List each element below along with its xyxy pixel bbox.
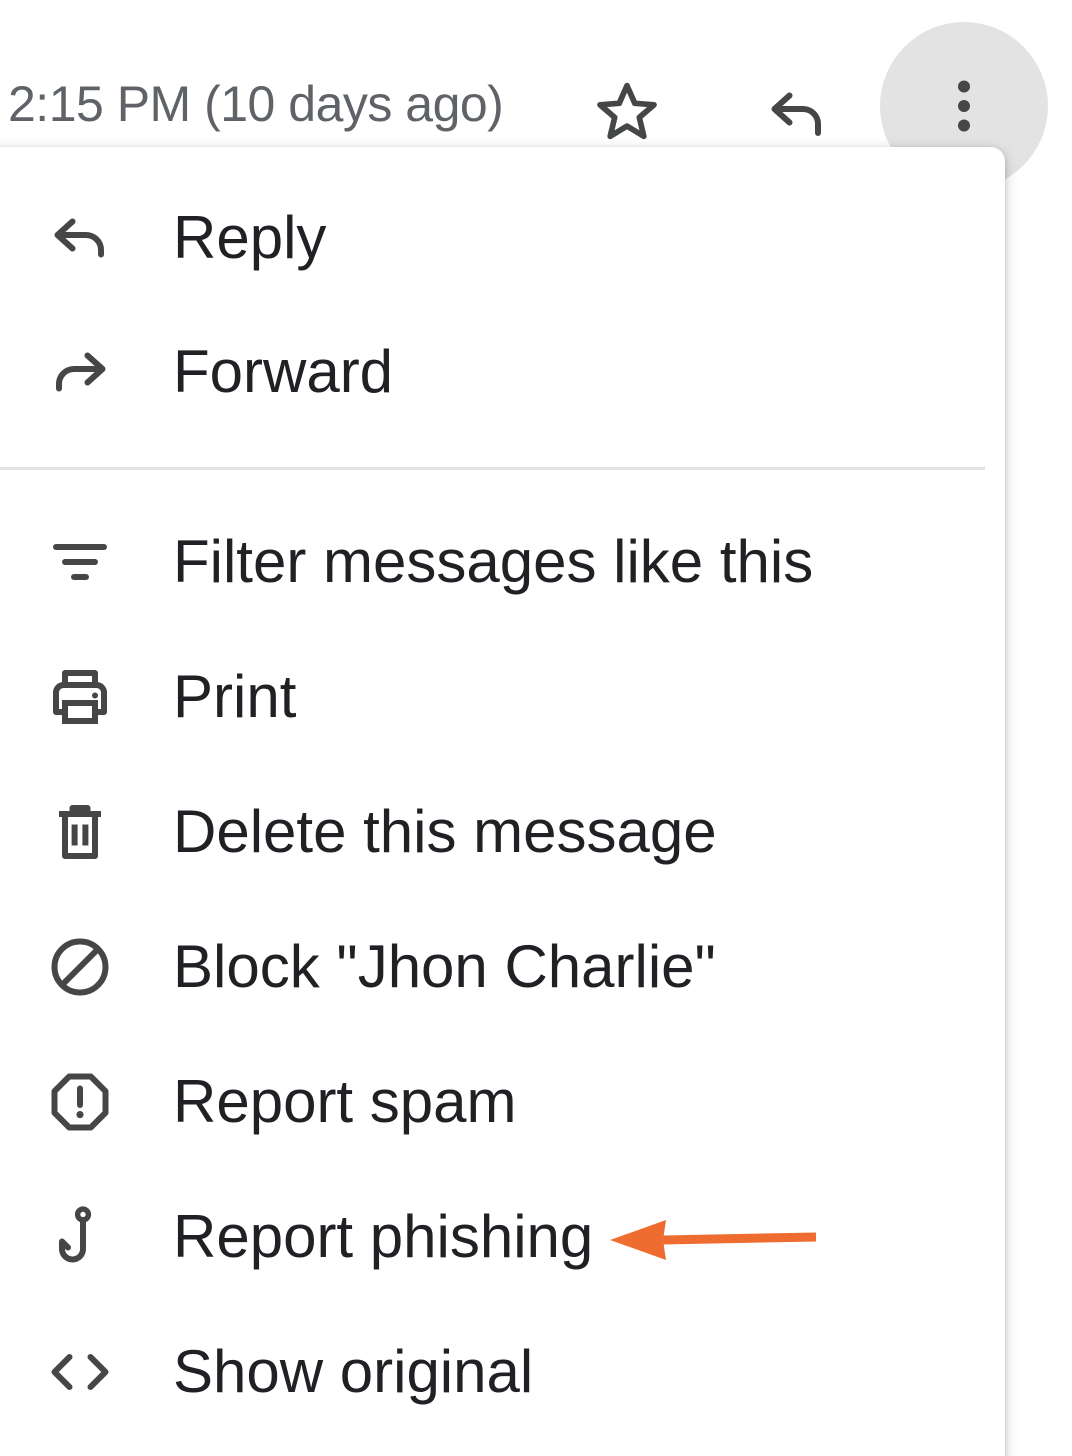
star-outline-icon [597, 82, 657, 140]
report-icon [40, 1062, 120, 1142]
menu-item-label: Forward [173, 338, 394, 405]
phishing-hook-icon [40, 1197, 120, 1277]
reply-icon [40, 198, 120, 278]
menu-item-label: Report spam [173, 1068, 517, 1135]
menu-divider [0, 467, 985, 470]
code-icon [40, 1332, 120, 1412]
menu-item-forward[interactable]: Forward [0, 305, 1005, 439]
more-vert-icon [958, 80, 970, 132]
menu-item-label: Reply [173, 204, 327, 271]
menu-item-label: Filter messages like this [173, 528, 814, 595]
menu-item-label: Delete this message [173, 798, 717, 865]
forward-icon [40, 332, 120, 412]
menu-item-label: Print [173, 663, 297, 730]
filter-icon [40, 522, 120, 602]
message-timestamp: 2:15 PM (10 days ago) [8, 76, 504, 132]
menu-item-report-spam[interactable]: Report spam [0, 1035, 1005, 1169]
menu-item-label: Show original [173, 1338, 534, 1405]
print-icon [40, 657, 120, 737]
menu-item-show-original[interactable]: Show original [0, 1305, 1005, 1439]
block-icon [40, 927, 120, 1007]
menu-item-reply[interactable]: Reply [0, 171, 1005, 305]
message-options-menu: Reply Forward Filter messages like this [0, 147, 1005, 1456]
email-message-menu-view: 2:15 PM (10 days ago) Reply Forward Filt… [0, 0, 1072, 1456]
menu-item-print[interactable]: Print [0, 630, 1005, 764]
trash-icon [40, 792, 120, 872]
menu-item-delete[interactable]: Delete this message [0, 765, 1005, 899]
menu-item-block-sender[interactable]: Block "Jhon Charlie" [0, 900, 1005, 1034]
menu-item-label: Report phishing [173, 1203, 594, 1270]
annotation-arrow-icon [610, 1220, 817, 1260]
menu-item-report-phishing[interactable]: Report phishing [0, 1170, 1005, 1304]
star-button[interactable] [585, 70, 669, 154]
reply-icon [771, 92, 821, 136]
reply-button[interactable] [755, 70, 839, 154]
menu-item-label: Block "Jhon Charlie" [173, 933, 716, 1000]
menu-item-filter-messages[interactable]: Filter messages like this [0, 495, 1005, 629]
